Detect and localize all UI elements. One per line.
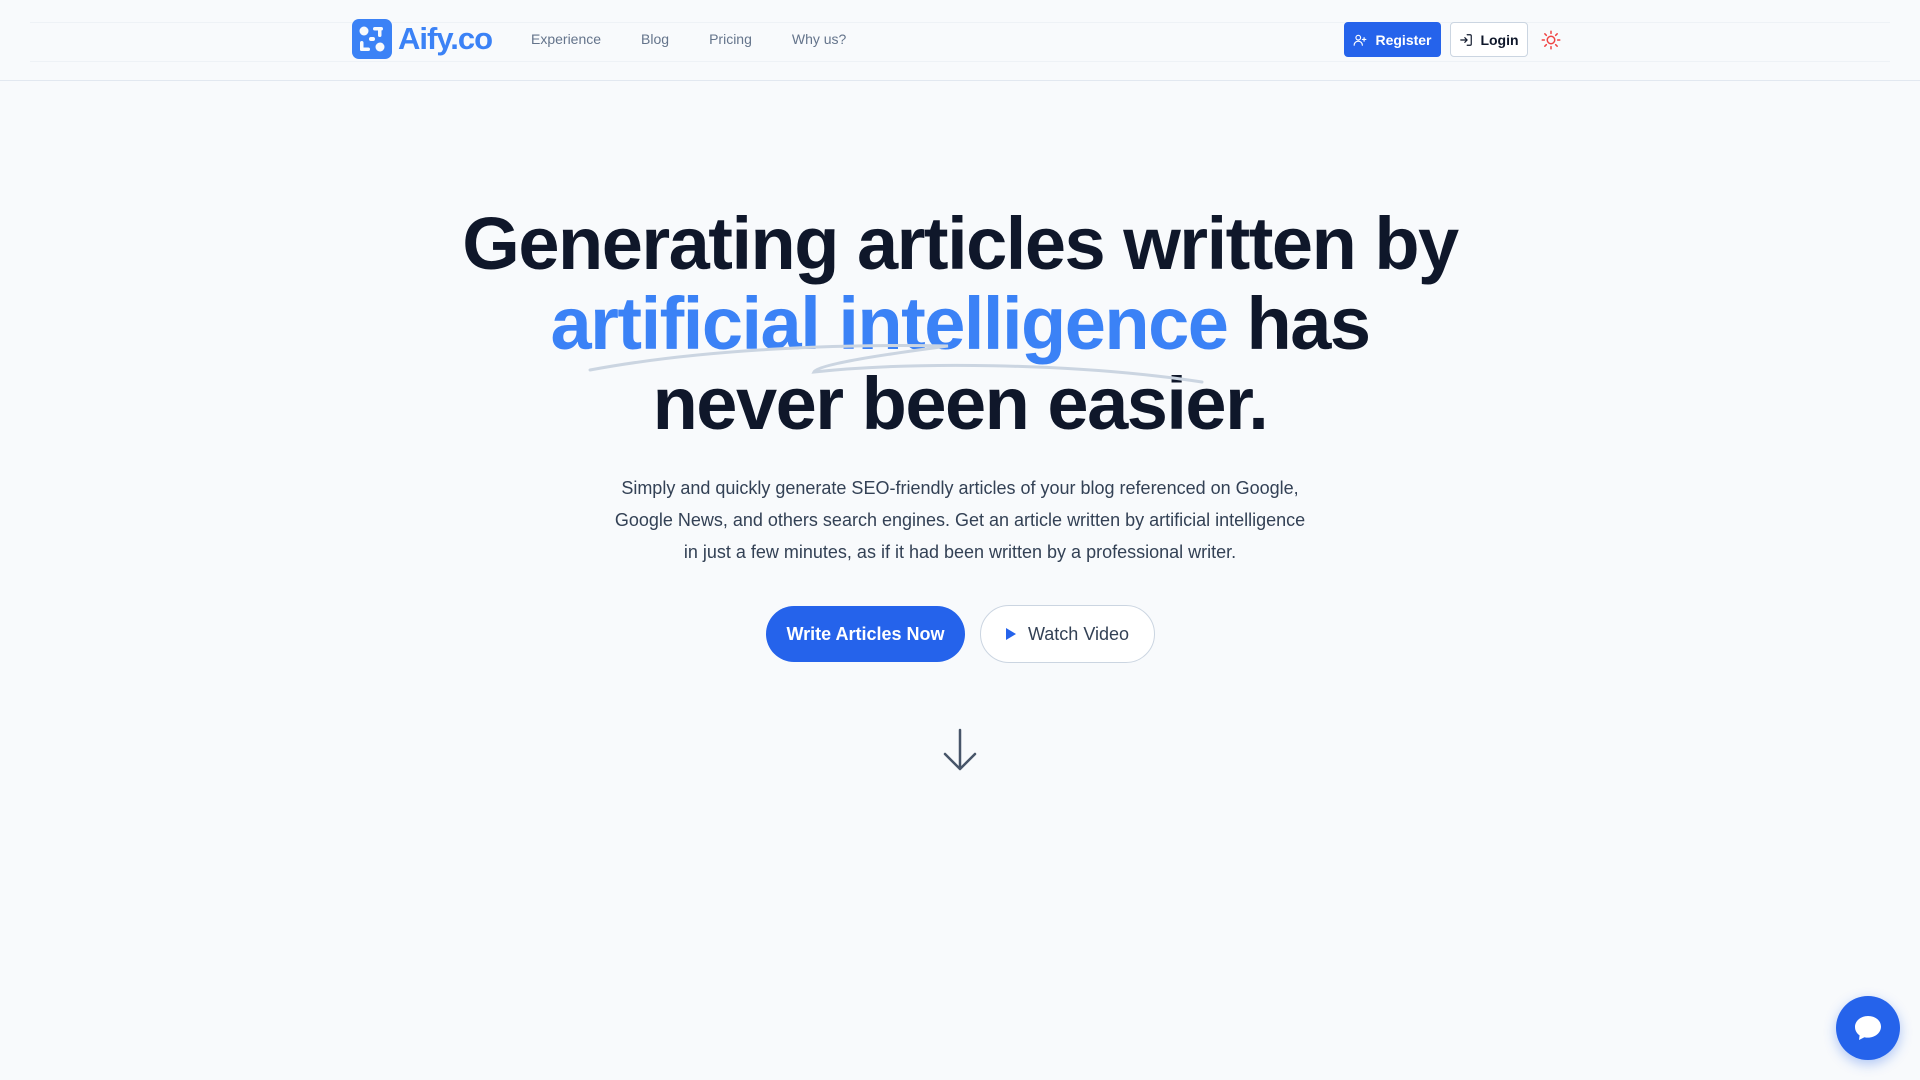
nav-pricing[interactable]: Pricing: [709, 31, 752, 47]
write-articles-button[interactable]: Write Articles Now: [766, 606, 965, 662]
arrow-down-icon[interactable]: [940, 728, 980, 772]
register-label: Register: [1375, 31, 1432, 48]
user-plus-icon: [1354, 34, 1367, 46]
login-label: Login: [1480, 31, 1519, 48]
logo-link[interactable]: Aify.co: [352, 19, 493, 59]
watch-video-button[interactable]: Watch Video: [980, 605, 1155, 663]
site-header: Aify.co Experience Blog Pricing Why us? …: [0, 0, 1920, 81]
hero-title: Generating articles written by artificia…: [0, 204, 1920, 444]
header-frame: [30, 22, 1890, 62]
play-icon: [1005, 628, 1016, 640]
watch-video-label: Watch Video: [1027, 623, 1130, 644]
login-button[interactable]: Login: [1450, 22, 1528, 57]
brand-name: Aify.co: [398, 21, 493, 56]
nav-blog[interactable]: Blog: [641, 31, 669, 47]
chat-button[interactable]: [1836, 996, 1900, 1060]
aify-logo-icon: [352, 19, 392, 59]
register-button[interactable]: Register: [1344, 22, 1441, 57]
hero-title-line2-rest: has: [1227, 282, 1371, 365]
nav-why-us[interactable]: Why us?: [792, 31, 846, 47]
hero-subtitle: Simply and quickly generate SEO-friendly…: [614, 478, 1306, 562]
sun-icon[interactable]: [1541, 30, 1561, 50]
underline-scribble: [588, 344, 1204, 384]
hero-title-line1: Generating articles written by: [462, 202, 1459, 285]
chat-bubble-icon: [1855, 1016, 1881, 1040]
login-icon: [1460, 33, 1473, 46]
nav-experience[interactable]: Experience: [531, 31, 601, 47]
main-nav: Experience Blog Pricing Why us?: [531, 31, 886, 47]
